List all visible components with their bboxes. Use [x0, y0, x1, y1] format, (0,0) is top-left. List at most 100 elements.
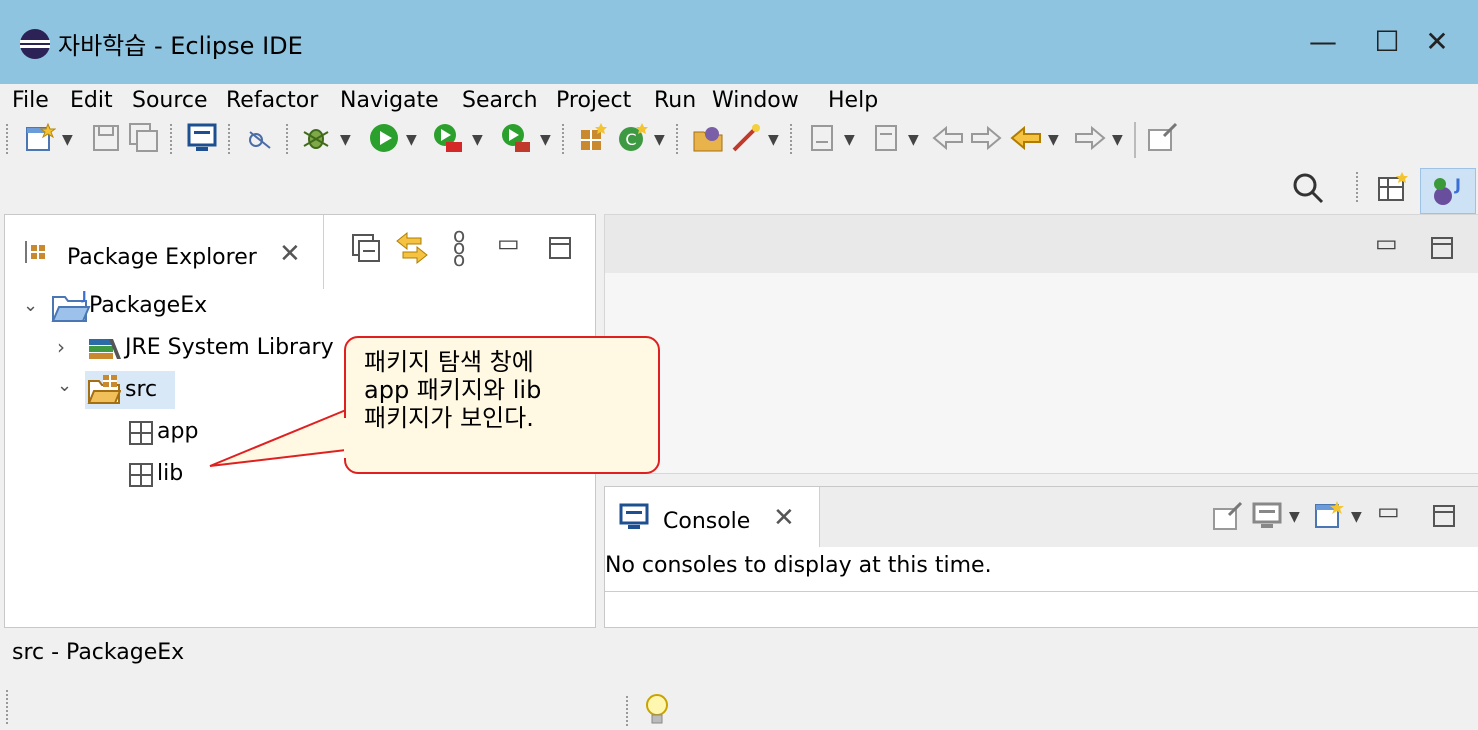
source-folder-icon [87, 375, 121, 404]
dropdown-arrow-icon[interactable]: ▼ [654, 132, 665, 148]
previous-annotation-icon[interactable] [870, 122, 902, 154]
menu-window[interactable]: Window [712, 84, 799, 118]
close-tab-icon[interactable]: ✕ [279, 239, 301, 269]
menu-search[interactable]: Search [462, 84, 538, 118]
last-edit-location-icon[interactable] [932, 122, 964, 154]
maximize-console-icon[interactable] [1433, 505, 1455, 527]
dropdown-arrow-icon[interactable]: ▼ [1351, 509, 1362, 525]
toolbar-separator [228, 124, 232, 154]
open-task-icon[interactable] [730, 122, 762, 154]
toolbar-divider [1134, 122, 1136, 158]
expand-arrow-icon[interactable]: ⌄ [57, 375, 72, 396]
dropdown-arrow-icon[interactable]: ▼ [472, 132, 483, 148]
dropdown-arrow-icon[interactable]: ▼ [540, 132, 551, 148]
tab-package-explorer[interactable]: Package Explorer ✕ [5, 215, 324, 289]
dropdown-arrow-icon[interactable]: ▼ [1048, 132, 1059, 148]
close-console-tab-icon[interactable]: ✕ [773, 503, 795, 533]
minimize-view-icon[interactable]: ▭ [497, 229, 520, 257]
dropdown-arrow-icon[interactable]: ▼ [844, 132, 855, 148]
svg-text:J: J [1454, 175, 1461, 194]
main-toolbar: ▼ ▼ ▼ ▼ ▼ C ▼ ▼ ▼ ▼ ▼ ▼ J [0, 118, 1478, 214]
view-menu-icon[interactable]: ooo [453, 225, 465, 269]
package-icon [129, 463, 153, 487]
menu-run[interactable]: Run [654, 84, 696, 118]
display-console-icon[interactable] [1251, 501, 1283, 533]
console-view: Console ✕ ▼ ▼ ▭ No consoles to display a… [604, 486, 1478, 628]
toolbar-separator [790, 124, 794, 154]
minimize-button[interactable]: — [1300, 18, 1346, 64]
menu-source[interactable]: Source [132, 84, 208, 118]
next-annotation-icon[interactable] [806, 122, 838, 154]
tip-lightbulb-icon[interactable] [642, 692, 672, 728]
dropdown-arrow-icon[interactable]: ▼ [340, 132, 351, 148]
editor-tab-bar: ▭ [605, 215, 1478, 273]
expand-arrow-icon[interactable]: ⌄ [23, 295, 38, 316]
pin-console-icon[interactable] [1211, 501, 1243, 533]
tree-item-jre-library[interactable]: JRE System Library [125, 335, 334, 360]
collapse-all-icon[interactable] [351, 233, 381, 263]
forward-icon[interactable] [1074, 122, 1106, 154]
tree-item-project[interactable]: PackageEx [89, 293, 207, 318]
open-type-icon[interactable] [692, 122, 724, 154]
pin-editor-icon[interactable] [1146, 122, 1178, 154]
toolbar-separator [286, 124, 290, 154]
dropdown-arrow-icon[interactable]: ▼ [406, 132, 417, 148]
save-icon[interactable] [90, 122, 122, 154]
console-header: Console ✕ ▼ ▼ ▭ [605, 487, 1478, 547]
dropdown-arrow-icon[interactable]: ▼ [908, 132, 919, 148]
callout-text: 패키지 탐색 창에 app 패키지와 lib 패키지가 보인다. [364, 348, 644, 432]
menu-file[interactable]: File [12, 84, 49, 118]
save-all-icon[interactable] [128, 122, 160, 154]
toolbar-separator [562, 124, 566, 154]
library-icon [89, 339, 121, 359]
java-project-icon: J [51, 289, 91, 322]
package-explorer-tab-label: Package Explorer [67, 245, 257, 270]
menu-project[interactable]: Project [556, 84, 631, 118]
dropdown-arrow-icon[interactable]: ▼ [62, 132, 73, 148]
maximize-button[interactable]: ☐ [1364, 18, 1410, 64]
console-icon [619, 503, 649, 529]
toolbar-separator [676, 124, 680, 154]
menu-bar: File Edit Source Refactor Navigate Searc… [0, 84, 1478, 118]
minimize-console-icon[interactable]: ▭ [1377, 497, 1400, 525]
tree-item-package-app[interactable]: app [157, 419, 198, 444]
maximize-view-icon[interactable] [549, 237, 571, 259]
dropdown-arrow-icon[interactable]: ▼ [768, 132, 779, 148]
menu-edit[interactable]: Edit [70, 84, 113, 118]
package-icon [129, 421, 153, 445]
open-console-icon[interactable] [1313, 499, 1345, 531]
open-perspective-icon[interactable] [1376, 172, 1408, 204]
terminal-icon[interactable] [186, 122, 218, 154]
maximize-editor-icon[interactable] [1431, 237, 1453, 259]
link-with-editor-icon[interactable] [395, 231, 429, 265]
collapse-arrow-icon[interactable]: › [57, 335, 65, 359]
new-package-icon[interactable] [576, 122, 608, 154]
tree-item-src-selected[interactable]: src [85, 371, 175, 409]
java-perspective-button[interactable]: J [1420, 168, 1476, 214]
new-file-icon[interactable] [24, 122, 56, 154]
menu-help[interactable]: Help [828, 84, 878, 118]
search-icon[interactable] [1290, 170, 1326, 206]
menu-refactor[interactable]: Refactor [226, 84, 318, 118]
back-icon[interactable] [1010, 122, 1042, 154]
forward-edit-location-icon[interactable] [970, 122, 1002, 154]
console-divider [605, 591, 1478, 592]
run-icon[interactable] [368, 122, 400, 154]
console-tab-label: Console [663, 509, 751, 534]
console-message: No consoles to display at this time. [605, 553, 992, 578]
tree-item-package-lib[interactable]: lib [157, 461, 183, 486]
toolbar-separator [6, 124, 10, 154]
external-tools-icon[interactable] [500, 122, 532, 154]
skip-breakpoints-icon[interactable] [244, 122, 276, 154]
close-button[interactable]: ✕ [1414, 18, 1460, 64]
tab-console[interactable]: Console ✕ [605, 487, 820, 547]
new-class-icon[interactable]: C [616, 122, 648, 154]
status-separator [6, 690, 10, 724]
minimize-editor-icon[interactable]: ▭ [1375, 229, 1398, 257]
dropdown-arrow-icon[interactable]: ▼ [1112, 132, 1123, 148]
menu-navigate[interactable]: Navigate [340, 84, 439, 118]
dropdown-arrow-icon[interactable]: ▼ [1289, 509, 1300, 525]
coverage-icon[interactable] [432, 122, 464, 154]
callout-line-3: 패키지가 보인다. [364, 404, 534, 432]
debug-icon[interactable] [300, 122, 332, 154]
